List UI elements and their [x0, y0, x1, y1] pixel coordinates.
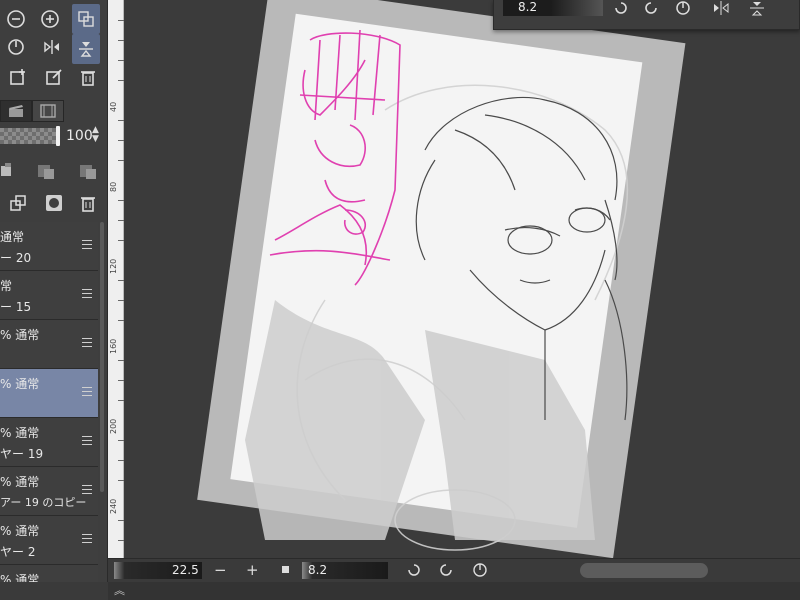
- zoom-out-button[interactable]: −: [214, 561, 227, 579]
- layer-menu-icon[interactable]: [82, 387, 92, 396]
- zoom-in-button[interactable]: +: [246, 561, 259, 579]
- clipping-icon[interactable]: [0, 158, 22, 184]
- app-window: 100 ▲ ▼ 通常 ー 20 常 ー 15 % 通常 % 通常 % 通常 ヤー…: [0, 0, 800, 600]
- vertical-ruler: 40 80 120 160 200 240: [108, 0, 124, 560]
- reset-rotation-icon[interactable]: [674, 0, 692, 18]
- lock-transparency-icon[interactable]: [32, 158, 60, 184]
- layer-menu-icon[interactable]: [82, 240, 92, 249]
- status-bar: ︽: [108, 582, 800, 600]
- reset-rotation-icon[interactable]: [2, 34, 30, 60]
- layer-item[interactable]: % 通常 ヤー 19: [0, 418, 98, 467]
- layer-item-selected[interactable]: % 通常: [0, 369, 98, 418]
- ruler-label: 160: [109, 338, 118, 354]
- layer-menu-icon[interactable]: [82, 289, 92, 298]
- layer-blend-mode: 通常: [0, 230, 25, 244]
- edit-layer-icon[interactable]: [40, 64, 68, 90]
- flip-vertical-icon[interactable]: [748, 0, 766, 18]
- layer-name: ー 20: [0, 251, 32, 265]
- opacity-slider-handle[interactable]: [56, 126, 60, 146]
- layer-blend-mode: 常: [0, 279, 13, 293]
- layer-item[interactable]: % 通常 アー 19 のコピー: [0, 467, 98, 516]
- rotate-right-icon[interactable]: [642, 0, 660, 18]
- layer-blend-mode: % 通常: [0, 524, 40, 538]
- layer-blend-mode: % 通常: [0, 426, 40, 440]
- rotate-left-icon[interactable]: [612, 0, 630, 18]
- left-panel: 100 ▲ ▼ 通常 ー 20 常 ー 15 % 通常 % 通常 % 通常 ヤー…: [0, 0, 108, 600]
- layer-name: ヤー 2: [0, 545, 36, 559]
- layer-list-scrollbar[interactable]: [100, 222, 104, 492]
- delete-layer-icon[interactable]: [74, 190, 102, 216]
- layer-list: 通常 ー 20 常 ー 15 % 通常 % 通常 % 通常 ヤー 19 % 通常…: [0, 222, 100, 587]
- ruler-label: 240: [109, 498, 118, 514]
- layer-blend-mode: % 通常: [0, 328, 40, 342]
- layer-name: ー 15: [0, 300, 32, 314]
- rotate-left-icon[interactable]: [406, 562, 422, 578]
- bottom-toolbar: 22.5 − + 8.2: [108, 558, 800, 582]
- trash-icon[interactable]: [74, 64, 102, 90]
- flip-horizontal-icon[interactable]: [712, 0, 730, 18]
- floating-toolbar: 8.2: [493, 0, 800, 30]
- brush-size-slider[interactable]: 8.2: [503, 0, 603, 16]
- ruler-label: 200: [109, 418, 118, 434]
- reference-layer-icon[interactable]: [74, 158, 102, 184]
- layer-name: アー 19 のコピー: [0, 496, 87, 509]
- zoom-slider[interactable]: 22.5: [114, 562, 202, 579]
- layer-mask-icon[interactable]: [40, 190, 68, 216]
- layer-menu-icon[interactable]: [82, 485, 92, 494]
- ruler-label: 80: [109, 181, 118, 192]
- horizontal-scrollbar[interactable]: [580, 563, 708, 578]
- layer-item[interactable]: % 通常: [0, 320, 98, 369]
- ruler-label: 40: [109, 101, 118, 112]
- layer-blend-mode: % 通常: [0, 377, 40, 391]
- layer-item[interactable]: 常 ー 15: [0, 271, 98, 320]
- new-layer-icon[interactable]: [4, 64, 32, 90]
- ruler-label: 120: [109, 258, 118, 274]
- layer-menu-icon[interactable]: [82, 338, 92, 347]
- layer-menu-icon[interactable]: [82, 436, 92, 445]
- zoom-out-icon[interactable]: [2, 6, 30, 32]
- rotate-right-icon[interactable]: [438, 562, 454, 578]
- panel-tabs: [0, 100, 100, 122]
- tab-film[interactable]: [32, 100, 64, 122]
- brush-size-slider[interactable]: 8.2: [302, 562, 388, 579]
- opacity-slider[interactable]: [0, 128, 58, 144]
- layer-menu-icon[interactable]: [82, 534, 92, 543]
- layer-item[interactable]: 通常 ー 20: [0, 222, 98, 271]
- zoom-value: 22.5: [172, 563, 199, 577]
- film-icon: [40, 104, 56, 118]
- flip-vertical-icon[interactable]: [72, 34, 100, 64]
- flip-horizontal-icon[interactable]: [38, 34, 66, 60]
- layer-name: ヤー 19: [0, 447, 44, 461]
- opacity-row: 100 ▲ ▼: [0, 126, 104, 146]
- layer-blend-mode: % 通常: [0, 475, 40, 489]
- drawing-layer: [245, 29, 629, 551]
- left-panel-footer: [0, 582, 108, 600]
- brush-size-value: 8.2: [518, 0, 538, 14]
- fit-screen-icon[interactable]: [72, 4, 100, 34]
- merge-layer-icon[interactable]: [4, 190, 32, 216]
- zoom-in-icon[interactable]: [36, 6, 64, 32]
- brush-size-square-icon: [282, 566, 289, 573]
- expand-chevron-icon[interactable]: ︽: [114, 582, 125, 598]
- tab-clapper[interactable]: [0, 100, 32, 122]
- clapper-icon: [9, 105, 23, 117]
- layer-item[interactable]: % 通常 ヤー 2: [0, 516, 98, 565]
- opacity-stepper-icon[interactable]: ▲ ▼: [92, 126, 99, 144]
- brush-size-value: 8.2: [308, 563, 328, 577]
- reset-rotation-icon[interactable]: [472, 562, 488, 578]
- opacity-value: 100: [66, 128, 93, 144]
- canvas-area[interactable]: [125, 0, 800, 558]
